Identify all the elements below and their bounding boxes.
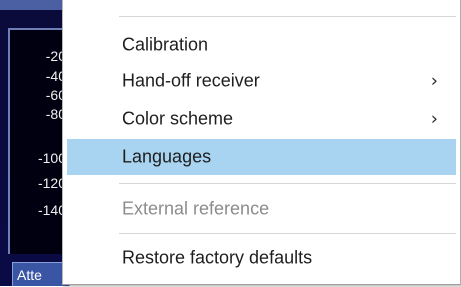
chevron-right-icon: › [430, 70, 438, 92]
menu-separator [119, 183, 456, 184]
scale-label: -40 [45, 68, 66, 84]
menu-item-label: Restore factory defaults [122, 247, 313, 268]
context-menu: Calibration Hand-off receiver › Color sc… [62, 0, 461, 285]
chevron-right-icon: › [430, 108, 438, 130]
background-app-panel: -20 -40 -60 -80 -100 -120 -140 Atte [0, 0, 70, 286]
scale-label: -20 [45, 48, 66, 64]
menu-separator [119, 16, 456, 17]
menu-item-languages[interactable]: Languages [67, 139, 456, 175]
menu-item-label: Color scheme [122, 108, 234, 129]
scale-label: -120 [37, 175, 66, 191]
background-title-strip [0, 0, 70, 10]
menu-item-label: Languages [122, 146, 212, 167]
scale-label: -60 [45, 87, 66, 103]
menu-separator [119, 233, 456, 234]
menu-item-hand-off-receiver[interactable]: Hand-off receiver › [67, 63, 456, 99]
menu-item-calibration[interactable]: Calibration [67, 27, 456, 63]
scale-label: -140 [37, 202, 66, 218]
scale-label: -100 [37, 150, 66, 166]
menu-item-restore-factory-defaults[interactable]: Restore factory defaults [67, 240, 456, 276]
menu-item-label: Calibration [122, 34, 209, 55]
menu-item-color-scheme[interactable]: Color scheme › [67, 101, 456, 137]
menu-item-external-reference: External reference [67, 191, 456, 227]
menu-item-label: Hand-off receiver [122, 70, 260, 91]
menu-item-label: External reference [122, 198, 270, 219]
scale-label: -80 [45, 106, 66, 122]
